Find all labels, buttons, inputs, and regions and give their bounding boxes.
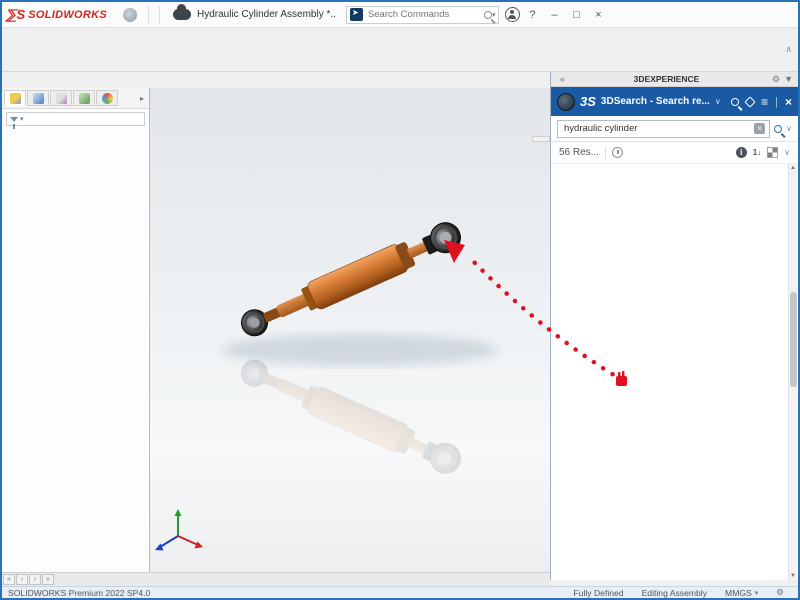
feature-manager-tabs: ▸: [2, 88, 149, 109]
search-app-bar: 3S 3DSearch - Search re... ∨ ≡ | ×: [551, 87, 798, 116]
tab-display-manager[interactable]: [96, 90, 118, 106]
search-submit-icon[interactable]: [774, 125, 782, 133]
filter-funnel-icon: [10, 117, 18, 122]
feature-tree: [2, 129, 149, 572]
feature-manager-icon: [10, 93, 21, 104]
configuration-manager-icon: [56, 93, 67, 104]
sort-icon[interactable]: 1↓: [753, 148, 761, 157]
model-shadow: [222, 334, 498, 366]
tab-dimxpert-manager[interactable]: [73, 90, 95, 106]
tab-scroll-first-icon[interactable]: «: [3, 574, 15, 585]
minimize-button[interactable]: –: [544, 6, 564, 24]
graphics-area[interactable]: [150, 88, 550, 572]
app-title[interactable]: 3DSearch - Search re...: [601, 96, 710, 107]
tab-overflow-icon[interactable]: ▸: [140, 94, 147, 103]
status-mode: Editing Assembly: [642, 588, 707, 598]
document-title: Hydraulic Cylinder Assembly *..: [197, 9, 336, 20]
search-box[interactable]: ×: [557, 120, 770, 138]
solidworks-logo-icon: ⅀S: [6, 7, 25, 23]
info-icon[interactable]: i: [736, 147, 747, 158]
maximize-button[interactable]: □: [566, 6, 586, 24]
search-input[interactable]: [562, 122, 754, 135]
status-bar: SOLIDWORKS Premium 2022 SP4.0 Fully Defi…: [2, 586, 798, 598]
tab-feature-manager[interactable]: [4, 90, 26, 106]
pin-menu-icon[interactable]: [123, 8, 137, 22]
history-clock-icon[interactable]: [612, 147, 623, 158]
divider: |: [775, 96, 778, 108]
origin-triad-icon: [155, 509, 203, 551]
results-count: 56 Res...: [559, 147, 599, 158]
tree-filter[interactable]: ▾: [6, 112, 145, 126]
tile-view-icon[interactable]: [767, 147, 778, 158]
status-defined: Fully Defined: [573, 588, 623, 598]
chevron-down-icon[interactable]: ∨: [784, 148, 790, 157]
chevron-down-icon[interactable]: ▾: [492, 11, 496, 19]
tab-configuration-manager[interactable]: [50, 90, 72, 106]
collapse-ribbon-icon[interactable]: ∧: [779, 44, 798, 55]
status-left: SOLIDWORKS Premium 2022 SP4.0: [8, 588, 150, 598]
status-options-gear-icon[interactable]: ⚙: [776, 587, 784, 598]
model-viewport: [150, 88, 550, 572]
tab-scroll-left-icon[interactable]: ‹: [16, 574, 28, 585]
model-reflection: [237, 354, 466, 478]
solidworks-logo: ⅀S SOLIDWORKS: [6, 7, 107, 23]
help-button[interactable]: ?: [522, 6, 542, 24]
scroll-up-icon[interactable]: ▲: [790, 164, 796, 172]
property-manager-icon: [33, 93, 44, 104]
document-title-group: Hydraulic Cylinder Assembly *..: [173, 9, 342, 20]
panel-title: 3DEXPERIENCE: [565, 74, 768, 84]
hydraulic-cylinder-model[interactable]: [237, 218, 466, 342]
tab-property-manager[interactable]: [27, 90, 49, 106]
title-bar: ⅀S SOLIDWORKS Hydraulic Cylinder Assembl…: [2, 2, 798, 28]
results-toolbar: 56 Res... i 1↓ ∨: [551, 142, 798, 164]
cloud-icon: [173, 9, 191, 20]
divider: [148, 6, 149, 24]
panel-settings-gear-icon[interactable]: ⚙: [772, 74, 780, 85]
document-tab-bar: « ‹ › »: [2, 572, 550, 586]
user-icon[interactable]: [505, 7, 520, 22]
experience-panel: « 3DEXPERIENCE ⚙ ▼ 3S 3DSearch - Search …: [550, 72, 798, 580]
status-units[interactable]: MMGS: [725, 588, 752, 598]
search-commands-input[interactable]: [366, 8, 484, 21]
clear-search-icon[interactable]: ×: [754, 123, 765, 134]
results-scrollbar[interactable]: ▲ ▼: [788, 164, 797, 580]
command-search[interactable]: ▾: [346, 6, 500, 24]
results-list: ▲ ▼: [551, 164, 798, 580]
sw-search-logo-icon: [350, 8, 363, 21]
solidworks-window: ⅀S SOLIDWORKS Hydraulic Cylinder Assembl…: [0, 0, 800, 600]
ds-logo-icon: 3S: [580, 94, 596, 109]
brand-name: SOLIDWORKS: [28, 9, 107, 21]
compass-icon[interactable]: [557, 93, 575, 111]
scrollbar-thumb[interactable]: [790, 292, 797, 387]
menu-icon[interactable]: ≡: [761, 95, 768, 109]
search-icon[interactable]: [484, 11, 492, 19]
tab-scroll-last-icon[interactable]: »: [42, 574, 54, 585]
panel-pin-icon[interactable]: ▼: [784, 74, 793, 84]
chevron-down-icon[interactable]: ▾: [755, 589, 759, 597]
tag-icon[interactable]: [744, 96, 755, 107]
experience-side-toolbar: [532, 136, 550, 142]
close-panel-icon[interactable]: ×: [785, 95, 792, 109]
window-controls: ? – □ ×: [505, 6, 608, 24]
dimxpert-manager-icon: [79, 93, 90, 104]
command-manager: ∧: [2, 28, 798, 72]
feature-manager-panel: ▸ ▾: [2, 88, 150, 572]
search-row: × ∨: [551, 116, 798, 142]
panel-header: « 3DEXPERIENCE ⚙ ▼: [551, 72, 798, 87]
chevron-down-icon[interactable]: ▾: [20, 115, 24, 123]
chevron-down-icon[interactable]: ∨: [786, 124, 792, 133]
close-button[interactable]: ×: [588, 6, 608, 24]
main-area: ▸ ▾: [2, 88, 550, 572]
tab-scroll-right-icon[interactable]: ›: [29, 574, 41, 585]
divider: [605, 147, 606, 159]
search-icon[interactable]: [731, 98, 739, 106]
divider: [159, 6, 160, 24]
scroll-down-icon[interactable]: ▼: [790, 572, 796, 580]
chevron-down-icon[interactable]: ∨: [715, 97, 721, 106]
display-manager-icon: [102, 93, 113, 104]
